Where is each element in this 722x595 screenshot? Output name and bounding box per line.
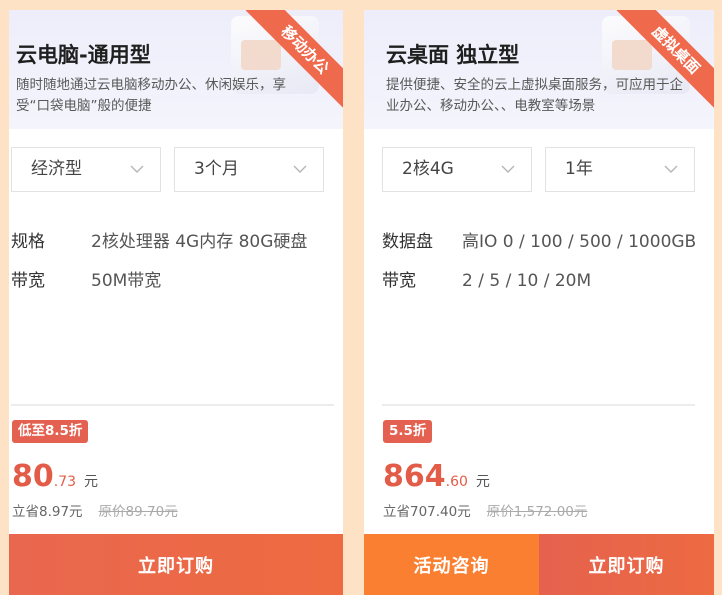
spec-row: 规格 2核处理器 4G内存 80G硬盘 xyxy=(11,227,307,252)
price: 80.73 元 xyxy=(12,459,98,494)
chevron-down-icon xyxy=(130,165,144,173)
price-integer: 864 xyxy=(383,459,446,494)
buy-now-button[interactable]: 立即订购 xyxy=(539,534,714,595)
product-card-cloud-desktop: 虚拟桌面 云桌面 独立型 提供便捷、安全的云上虚拟桌面服务，可应用于企业办公、移… xyxy=(364,10,714,595)
card-header: 虚拟桌面 云桌面 独立型 提供便捷、安全的云上虚拟桌面服务，可应用于企业办公、移… xyxy=(364,10,714,129)
discount-badge: 5.5折 xyxy=(383,420,433,443)
chevron-down-icon xyxy=(664,165,678,173)
plan-type-select[interactable]: 经济型 xyxy=(11,147,161,192)
price-decimal: .73 xyxy=(53,474,77,490)
savings-line: 立省707.40元 原价1,572.00元 xyxy=(383,500,587,520)
original-price: 原价89.70元 xyxy=(98,504,178,520)
select-value: 经济型 xyxy=(31,159,82,179)
consult-button[interactable]: 活动咨询 xyxy=(364,534,539,595)
spec-label: 规格 xyxy=(11,232,45,252)
price-unit: 元 xyxy=(84,474,99,490)
spec-row: 带宽 2 / 5 / 10 / 20M xyxy=(382,266,591,291)
divider xyxy=(11,404,334,406)
product-card-cloud-pc: 移动办公 云电脑-通用型 随时随地通过云电脑移动办公、休闲娱乐，享受“口袋电脑”… xyxy=(9,10,343,595)
select-value: 1年 xyxy=(565,159,593,179)
spec-label: 数据盘 xyxy=(382,232,433,252)
chevron-down-icon xyxy=(293,165,307,173)
select-value: 2核4G xyxy=(402,159,454,179)
divider xyxy=(382,404,695,406)
savings-line: 立省8.97元 原价89.70元 xyxy=(12,500,178,520)
savings-text: 立省8.97元 xyxy=(12,504,83,520)
spec-row: 数据盘 高IO 0 / 100 / 500 / 1000GB xyxy=(382,227,696,252)
buy-now-button[interactable]: 立即订购 xyxy=(9,534,343,595)
card-description: 提供便捷、安全的云上虚拟桌面服务，可应用于企业办公、移动办公、、电教室等场景 xyxy=(386,77,683,114)
card-title: 云桌面 独立型 xyxy=(386,43,520,67)
discount-badge: 低至8.5折 xyxy=(12,420,89,443)
spec-row: 带宽 50M带宽 xyxy=(11,266,161,291)
price-decimal: .60 xyxy=(445,474,468,490)
spec-value: 2核处理器 4G内存 80G硬盘 xyxy=(91,232,308,252)
price-unit: 元 xyxy=(475,474,490,490)
duration-select[interactable]: 3个月 xyxy=(174,147,324,192)
config-select[interactable]: 2核4G xyxy=(382,147,532,192)
spec-value: 50M带宽 xyxy=(91,271,162,291)
chevron-down-icon xyxy=(501,165,515,173)
card-title: 云电脑-通用型 xyxy=(16,43,151,67)
spec-label: 带宽 xyxy=(382,271,416,291)
card-header: 移动办公 云电脑-通用型 随时随地通过云电脑移动办公、休闲娱乐，享受“口袋电脑”… xyxy=(9,10,343,129)
price: 864.60 元 xyxy=(383,459,490,494)
savings-text: 立省707.40元 xyxy=(383,504,471,520)
select-value: 3个月 xyxy=(194,159,239,179)
spec-value: 2 / 5 / 10 / 20M xyxy=(462,271,592,291)
card-description: 随时随地通过云电脑移动办公、休闲娱乐，享受“口袋电脑”般的便捷 xyxy=(16,77,286,114)
spec-value: 高IO 0 / 100 / 500 / 1000GB xyxy=(462,232,697,252)
spec-label: 带宽 xyxy=(11,271,45,291)
duration-select[interactable]: 1年 xyxy=(545,147,695,192)
original-price: 原价1,572.00元 xyxy=(486,504,588,520)
price-integer: 80 xyxy=(12,459,54,494)
